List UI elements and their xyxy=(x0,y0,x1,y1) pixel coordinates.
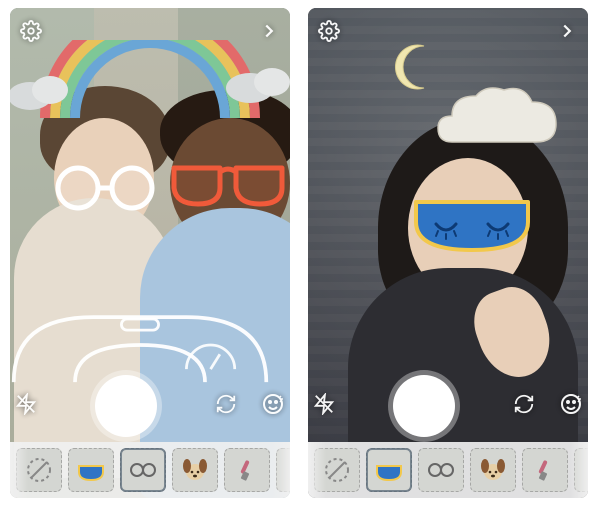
settings-icon[interactable] xyxy=(318,20,340,47)
filter-thumb-round-glasses[interactable] xyxy=(120,448,166,492)
filter-thumb-puppy[interactable] xyxy=(470,448,516,492)
filter-thumb-none[interactable] xyxy=(16,448,62,492)
settings-icon[interactable] xyxy=(20,20,42,47)
filter-thumb-puppy[interactable] xyxy=(172,448,218,492)
shutter-button[interactable] xyxy=(393,375,455,437)
switch-camera-icon[interactable] xyxy=(513,393,535,420)
cloud-right-overlay xyxy=(222,58,290,106)
round-glasses-overlay xyxy=(54,164,158,212)
filter-thumb-makeup[interactable] xyxy=(224,448,270,492)
face-filter-icon[interactable] xyxy=(261,392,285,421)
face-filter-icon[interactable] xyxy=(559,392,583,421)
sleep-mask-overlay xyxy=(412,194,532,258)
filter-thumb-feather[interactable] xyxy=(574,448,588,492)
filter-tray[interactable] xyxy=(10,442,290,498)
filter-thumb-feather[interactable] xyxy=(276,448,290,492)
filter-thumb-none[interactable] xyxy=(314,448,360,492)
red-sunglasses-overlay xyxy=(168,158,288,210)
filter-tray[interactable] xyxy=(308,442,588,498)
filter-thumb-sleep-mask[interactable] xyxy=(68,448,114,492)
camera-screen-left xyxy=(10,8,290,498)
chevron-right-icon[interactable] xyxy=(258,20,280,47)
switch-camera-icon[interactable] xyxy=(215,393,237,420)
filter-thumb-sleep-mask[interactable] xyxy=(366,448,412,492)
flash-icon[interactable] xyxy=(313,393,335,420)
flash-icon[interactable] xyxy=(15,393,37,420)
paper-cloud-overlay xyxy=(432,78,562,164)
shutter-button[interactable] xyxy=(95,375,157,437)
camera-screen-right xyxy=(308,8,588,498)
filter-thumb-makeup[interactable] xyxy=(522,448,568,492)
filter-thumb-round-glasses[interactable] xyxy=(418,448,464,492)
chevron-right-icon[interactable] xyxy=(556,20,578,47)
cloud-left-overlay xyxy=(10,68,76,112)
